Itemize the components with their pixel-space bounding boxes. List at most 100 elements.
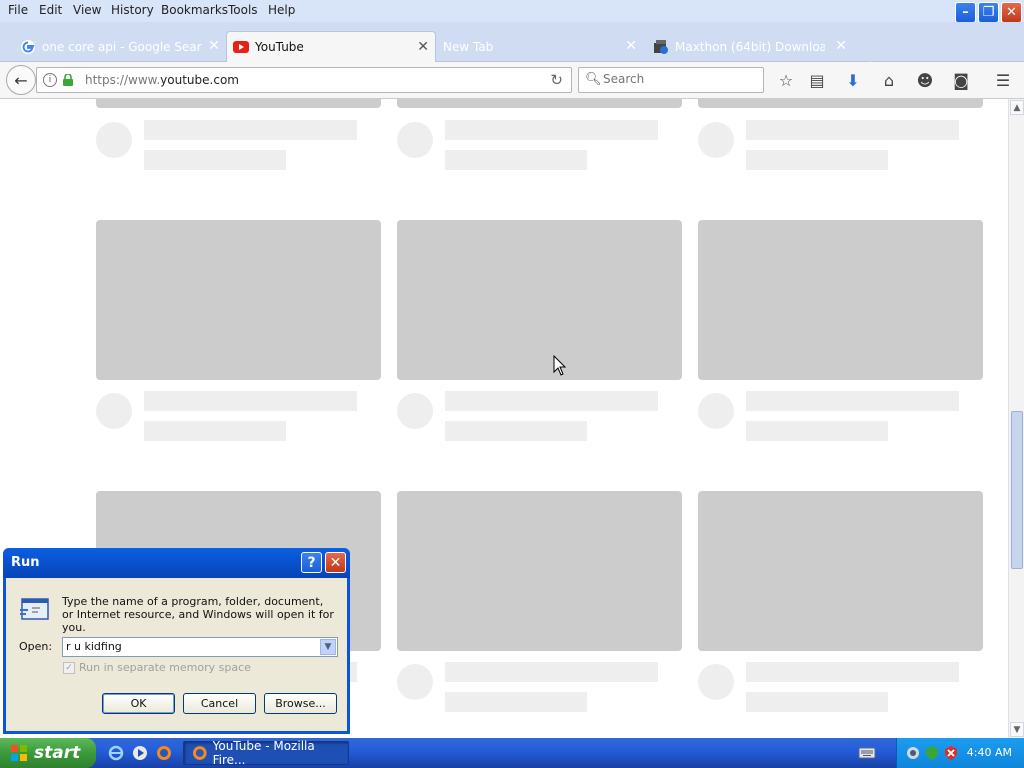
back-arrow-icon: ← — [14, 70, 28, 90]
open-input[interactable] — [66, 640, 306, 653]
keyboard-icon[interactable] — [858, 746, 876, 760]
clock: 4:40 AM — [966, 746, 1012, 759]
title-placeholder — [144, 120, 357, 140]
tab-youtube[interactable]: YouTube ✕ — [226, 31, 436, 62]
title-placeholder — [144, 391, 357, 411]
search-icon: 🔍︎ — [585, 72, 602, 87]
hamburger-menu-icon[interactable]: ☰ — [993, 70, 1013, 90]
url-bar[interactable]: i https://www.youtube.com ↻ — [36, 67, 572, 93]
menu-tools[interactable]: Tools — [228, 3, 258, 17]
tab-label: Maxthon (64bit) Download - ... — [675, 39, 825, 54]
run-program-icon — [20, 598, 49, 620]
menu-bookmarks[interactable]: Bookmarks — [161, 3, 228, 17]
firefox-icon[interactable] — [156, 745, 172, 761]
tab-strip: one core api - Google Search ✕ YouTube ✕… — [0, 22, 1024, 78]
close-window-button[interactable]: ✕ — [1001, 2, 1022, 23]
maxthon-icon — [654, 39, 668, 54]
reading-list-icon[interactable]: ▤ — [807, 70, 827, 90]
title-placeholder — [746, 662, 959, 682]
meta-placeholder — [746, 421, 888, 441]
scroll-up-icon[interactable]: ▲ — [1010, 100, 1024, 115]
menu-edit[interactable]: Edit — [39, 3, 62, 17]
tab-label: YouTube — [255, 40, 304, 54]
run-close-button[interactable]: ✕ — [325, 552, 346, 573]
tab-maxthon[interactable]: Maxthon (64bit) Download - ... ✕ — [653, 31, 853, 62]
video-thumbnail-placeholder — [397, 220, 682, 380]
channel-avatar-placeholder — [698, 122, 734, 158]
mouse-cursor-icon — [553, 355, 567, 376]
system-tray: 4:40 AM — [896, 738, 1024, 768]
back-button[interactable]: ← — [6, 65, 36, 95]
separate-memory-label: Run in separate memory space — [79, 661, 251, 674]
chevron-down-icon[interactable]: ▼ — [320, 639, 336, 655]
meta-placeholder — [144, 150, 286, 170]
menu-view[interactable]: View — [73, 3, 101, 17]
video-thumbnail-placeholder — [96, 99, 381, 108]
info-icon[interactable]: i — [43, 73, 57, 87]
run-dialog: Run ? ✕ Type the name of a program, fold… — [3, 548, 350, 734]
minimize-button[interactable]: – — [955, 2, 976, 23]
alert-shield-icon[interactable] — [943, 745, 959, 761]
url-host: youtube.com — [160, 73, 239, 87]
bookmark-star-icon[interactable]: ☆ — [776, 70, 796, 90]
meta-placeholder — [445, 692, 587, 712]
open-combobox[interactable]: ▼ — [62, 637, 338, 657]
ok-button[interactable]: OK — [102, 693, 175, 714]
vertical-scrollbar[interactable]: ▲ ▼ — [1008, 99, 1024, 738]
media-player-icon[interactable] — [132, 745, 148, 761]
tab-label: one core api - Google Search — [42, 39, 202, 54]
run-dialog-titlebar[interactable]: Run ? ✕ — [3, 548, 350, 578]
cancel-button[interactable]: Cancel — [183, 693, 256, 714]
start-button[interactable]: start — [0, 738, 96, 768]
browse-button[interactable]: Browse... — [264, 693, 337, 714]
scroll-down-icon[interactable]: ▼ — [1010, 722, 1024, 737]
video-thumbnail-placeholder — [698, 491, 983, 651]
meta-placeholder — [144, 421, 286, 441]
pocket-icon[interactable]: ◙ — [951, 70, 971, 90]
help-button[interactable]: ? — [301, 552, 322, 573]
title-placeholder — [445, 120, 658, 140]
close-icon: ✕ — [329, 554, 342, 571]
taskbar-item-firefox[interactable]: YouTube - Mozilla Fire... — [183, 739, 349, 767]
close-icon[interactable]: ✕ — [417, 39, 429, 55]
meta-placeholder — [746, 150, 888, 170]
url-text[interactable]: https://www.youtube.com — [85, 73, 239, 87]
firefox-icon — [192, 746, 207, 760]
channel-avatar-placeholder — [397, 664, 433, 700]
close-icon[interactable]: ✕ — [625, 38, 637, 54]
channel-avatar-placeholder — [96, 122, 132, 158]
menu-bar: File Edit View History Bookmarks Tools H… — [0, 0, 1024, 23]
download-icon[interactable]: ⬇ — [843, 70, 863, 90]
close-icon[interactable]: ✕ — [835, 38, 847, 54]
separate-memory-checkbox: ✓ Run in separate memory space — [63, 661, 251, 674]
start-label: start — [34, 743, 81, 763]
security-shield-icon[interactable] — [924, 745, 940, 761]
tab-google-search[interactable]: one core api - Google Search ✕ — [20, 31, 226, 62]
smiley-icon[interactable]: ☻ — [915, 70, 935, 90]
menu-history[interactable]: History — [111, 3, 154, 17]
run-dialog-title: Run — [11, 555, 40, 570]
meta-placeholder — [445, 421, 587, 441]
channel-avatar-placeholder — [397, 393, 433, 429]
restore-button[interactable]: ❐ — [978, 2, 999, 23]
menu-help[interactable]: Help — [268, 3, 295, 17]
scroll-thumb[interactable] — [1011, 411, 1023, 569]
minimize-icon: – — [962, 5, 969, 20]
ie-icon[interactable] — [108, 745, 124, 761]
home-icon[interactable]: ⌂ — [879, 70, 899, 90]
video-thumbnail-placeholder — [698, 220, 983, 380]
search-input[interactable] — [603, 72, 753, 86]
tab-new-tab[interactable]: New Tab ✕ — [443, 31, 643, 62]
question-icon: ? — [307, 554, 316, 571]
close-icon[interactable]: ✕ — [208, 38, 220, 54]
youtube-icon — [233, 41, 249, 53]
channel-avatar-placeholder — [698, 393, 734, 429]
network-icon[interactable] — [905, 745, 921, 761]
channel-avatar-placeholder — [397, 122, 433, 158]
search-bar[interactable]: 🔍︎ — [578, 67, 764, 93]
taskbar-item-label: YouTube - Mozilla Fire... — [212, 739, 315, 767]
meta-placeholder — [746, 692, 888, 712]
reload-icon[interactable]: ↻ — [550, 71, 563, 89]
menu-file[interactable]: File — [8, 3, 28, 17]
title-placeholder — [445, 391, 658, 411]
